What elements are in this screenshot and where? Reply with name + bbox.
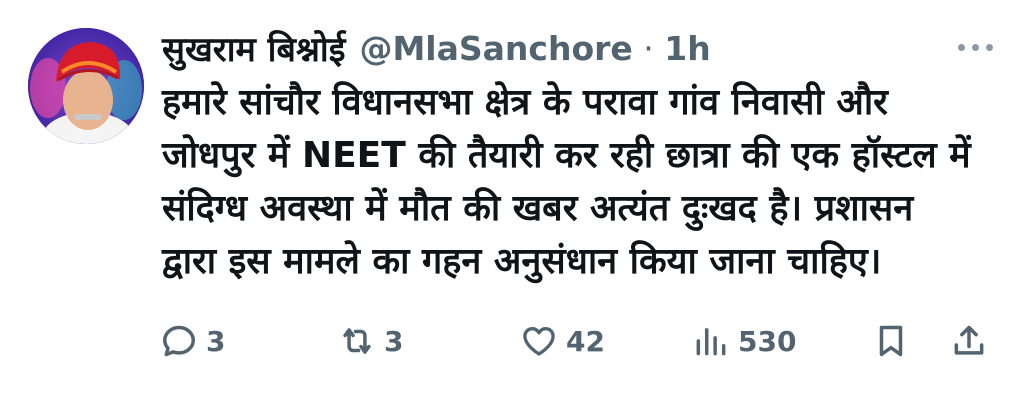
tweet-text: हमारे सांचौर विधानसभा क्षेत्र के परावा ग… xyxy=(162,76,982,288)
bookmark-button[interactable] xyxy=(872,318,910,364)
tweet-text-line: संदिग्ध अवस्था में मौत की खबर अत्यंत दुः… xyxy=(162,188,914,229)
views-count: 530 xyxy=(738,324,797,358)
dot xyxy=(971,43,979,51)
display-name[interactable]: सुखराम बिश्नोई xyxy=(162,25,345,71)
avatar[interactable] xyxy=(28,28,144,144)
retweet-button[interactable]: 3 xyxy=(338,318,403,364)
more-dots-icon[interactable] xyxy=(952,34,998,60)
tweet-card[interactable]: सुखराम बिश्नोई @MlaSanchore · 1h हमारे स… xyxy=(0,0,1024,407)
separator-dot: · xyxy=(643,28,654,68)
share-icon xyxy=(954,325,984,355)
reply-button[interactable]: 3 xyxy=(160,318,225,364)
tweet-text-line: हमारे सांचौर विधानसभा क्षेत्र के परावा ग… xyxy=(162,82,888,123)
views-bar-icon xyxy=(696,328,726,356)
reply-count: 3 xyxy=(206,324,226,358)
retweet-icon xyxy=(343,328,371,354)
like-button[interactable]: 42 xyxy=(520,318,605,364)
action-bar: 3 3 42 530 xyxy=(160,318,1000,364)
user-handle[interactable]: @MlaSanchore xyxy=(359,29,632,68)
views-button[interactable]: 530 xyxy=(692,318,796,364)
dot xyxy=(985,43,993,51)
dot xyxy=(957,43,965,51)
like-count: 42 xyxy=(566,324,605,358)
user-meta: @MlaSanchore · 1h xyxy=(359,29,710,68)
tweet-text-line: द्वारा इस मामले का गहन अनुसंधान किया जान… xyxy=(162,241,882,282)
share-button[interactable] xyxy=(950,318,988,364)
tweet-time[interactable]: 1h xyxy=(664,29,710,68)
bookmark-icon xyxy=(879,325,903,357)
reply-bubble-icon xyxy=(163,325,195,357)
heart-icon xyxy=(523,326,555,356)
tweet-text-line: जोधपुर में NEET की तैयारी कर रही छात्रा … xyxy=(162,135,971,176)
avatar-image xyxy=(28,28,144,144)
tweet-header: सुखराम बिश्नोई @MlaSanchore · 1h xyxy=(162,25,711,71)
retweet-count: 3 xyxy=(384,324,404,358)
